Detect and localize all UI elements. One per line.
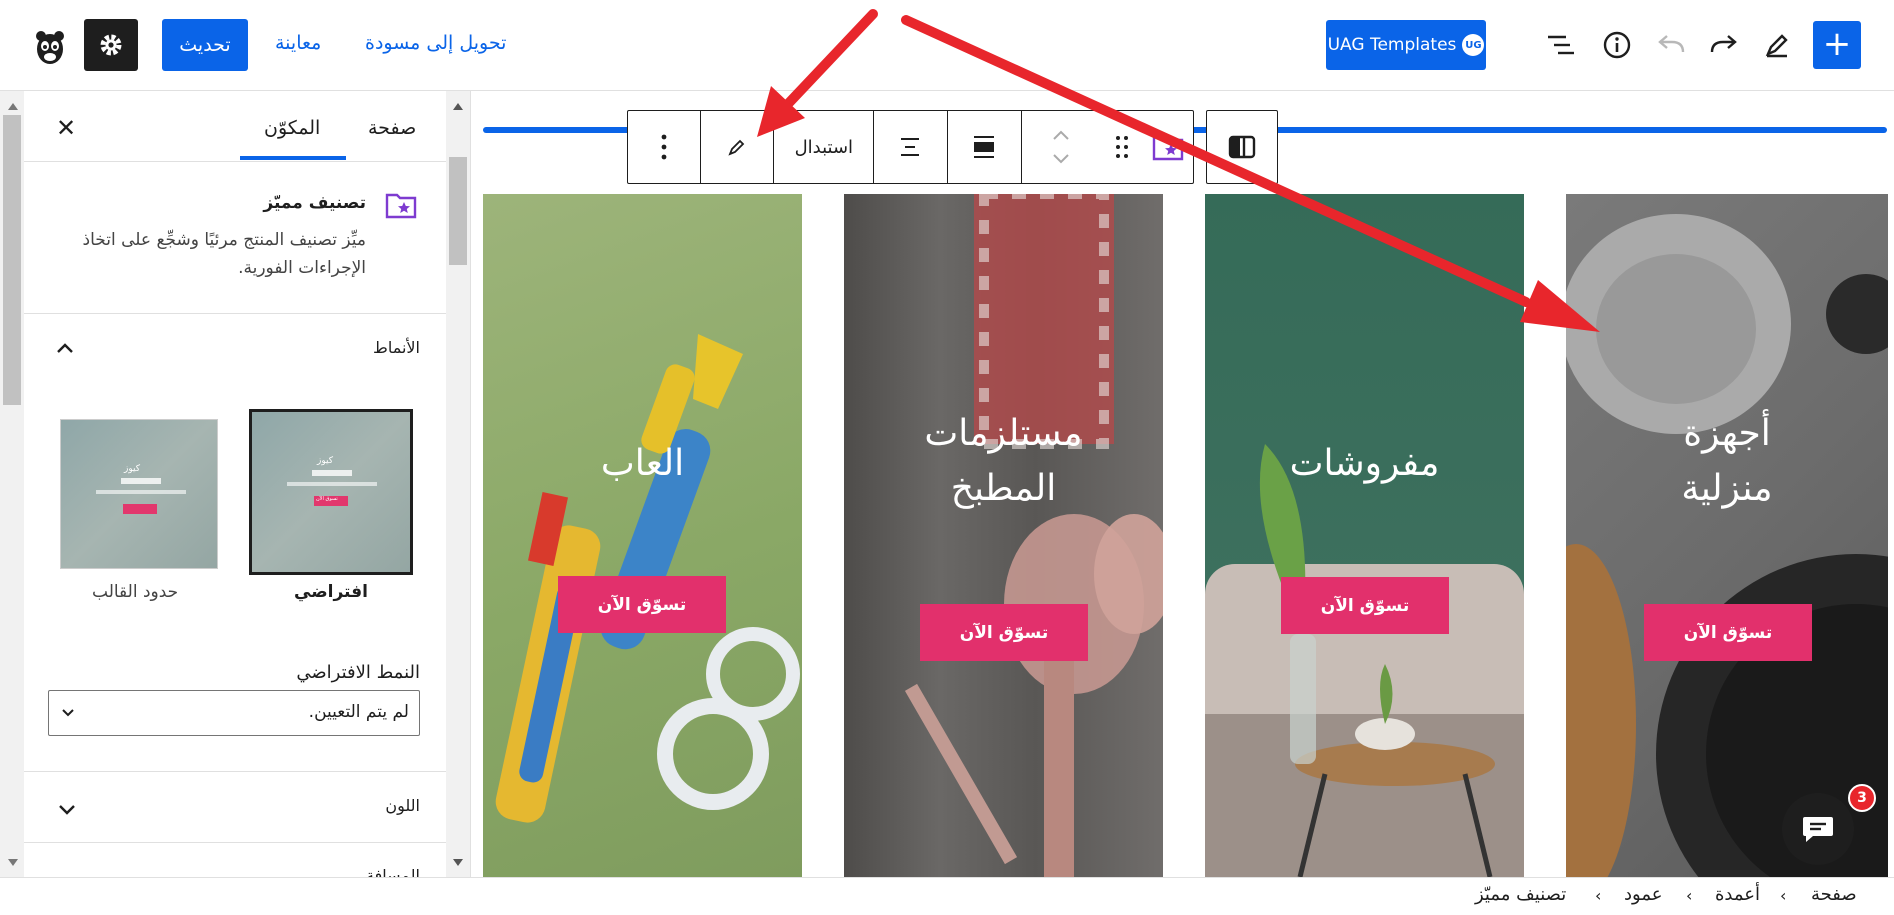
pencil-icon [728,139,745,156]
update-button[interactable]: تحديث [162,19,248,71]
card-background-image [495,334,800,823]
divider [24,771,446,772]
list-view-icon[interactable] [1541,25,1581,65]
uag-templates-label: UAG Templates [1327,35,1457,55]
tab-block[interactable]: المكوّن [264,117,320,139]
block-description-line2: الإجراءات الفورية. [238,258,366,278]
card-background-image [1205,444,1524,877]
category-card-kitchen[interactable]: مستلزمات المطبخ تسوّق الآن [844,194,1163,877]
card-title-line2: منزلية [1681,468,1773,509]
category-card-appliances[interactable]: أجهزة منزلية تسوّق الآن [1566,194,1888,877]
sidebar-scrollbar[interactable] [446,91,470,877]
switch-to-draft-link[interactable]: تحويل إلى مسودة [365,32,506,54]
breadcrumb-item[interactable]: أعمدة [1715,884,1760,905]
style-default-label: افتراضي [294,582,368,602]
block-description-line1: ميِّز تصنيف المنتج مرئيًا وشجِّع على اتخ… [82,230,366,250]
uag-templates-button[interactable]: UAG Templates UG [1326,20,1486,70]
preview-link[interactable]: معاينة [275,32,321,54]
uag-badge: UG [1462,34,1485,56]
card-title-line1: مستلزمات [924,413,1083,454]
add-block-button[interactable]: + [1813,21,1861,69]
shop-now-button[interactable]: تسوّق الآن [920,604,1088,661]
chat-bubble-icon [1803,817,1833,842]
chat-widget-button[interactable] [1782,793,1854,865]
color-panel-heading[interactable]: اللون [385,796,420,815]
card-title: مفروشات [1289,443,1440,484]
category-card-furniture[interactable]: مفروشات تسوّق الآن [1205,194,1524,877]
chevron-down-icon [62,709,74,717]
shop-now-button[interactable]: تسوّق الآن [558,576,726,633]
mock-brand-text: كيوز [317,456,333,466]
shop-now-button[interactable]: تسوّق الآن [1281,577,1449,634]
align-full-icon [974,136,995,158]
breadcrumb-chevron-icon: ‹ [1780,886,1787,905]
edit-button[interactable] [699,111,774,183]
featured-category-block-icon [385,191,417,223]
redo-icon[interactable] [1704,25,1744,65]
card-title-line1: أجهزة [1683,413,1771,454]
chevron-up-down-icon [1053,130,1070,164]
replace-button[interactable]: استبدال [773,111,873,183]
mock-brand-text: كيوز [124,464,140,474]
next-panel-heading[interactable]: المسافة [366,866,420,877]
move-up-down-button[interactable] [1020,111,1102,183]
block-align-button[interactable] [946,111,1021,183]
divider [24,161,446,162]
drag-handle-icon [1116,136,1129,158]
close-sidebar-button[interactable]: ✕ [56,114,76,142]
mock-button-text: تسوق الآن [316,496,338,502]
shop-now-button[interactable]: تسوّق الآن [1644,604,1812,661]
default-style-select[interactable]: لم يتم التعيين. [48,690,420,736]
breadcrumb-item[interactable]: عمود [1624,884,1662,905]
default-style-value: لم يتم التعيين. [308,702,409,722]
more-options-button[interactable] [628,111,700,183]
breadcrumb-chevron-icon: ‹ [1595,886,1602,905]
gear-icon [100,34,122,56]
chevron-up-icon[interactable] [56,339,74,358]
columns-icon [1228,135,1256,159]
style-option-default[interactable]: كيوز تسوق الآن [249,409,413,575]
block-toolbar: استبدال [627,110,1194,184]
card-title-line2: المطبخ [950,468,1057,509]
align-center-icon [901,138,920,156]
info-icon[interactable] [1597,25,1637,65]
plugin-logo-icon[interactable] [30,27,70,67]
style-option-borders[interactable]: كيوز [60,419,218,569]
style-borders-label: حدود القالب [92,582,179,602]
undo-icon[interactable] [1651,25,1691,65]
chevron-down-icon[interactable] [58,801,76,820]
settings-button[interactable] [84,19,138,71]
block-title: تصنيف مميّز [263,193,366,213]
status-bar [0,877,1894,915]
breadcrumb-item[interactable]: صفحة [1811,884,1857,905]
divider [24,313,446,314]
card-background-image [904,194,1163,877]
divider [24,842,446,843]
featured-category-icon [1152,135,1184,161]
left-scrollbar[interactable] [0,91,24,877]
tools-pencil-icon[interactable] [1757,25,1797,65]
breadcrumb-chevron-icon: ‹ [1686,886,1693,905]
styles-panel-heading[interactable]: الأنماط [373,338,420,357]
align-button[interactable] [873,111,947,183]
drag-handle[interactable] [1101,111,1143,183]
active-tab-indicator [240,156,346,160]
card-background-image [1566,214,1888,877]
default-style-label: النمط الافتراضي [296,662,420,683]
more-vertical-icon [661,134,667,160]
notification-badge: 3 [1848,784,1876,812]
category-card-toys[interactable]: العاب تسوّق الآن [483,194,802,877]
breadcrumb-item-current: تصنيف مميّز [1475,884,1567,905]
tab-page[interactable]: صفحة [368,117,416,139]
parent-block-button[interactable] [1206,110,1278,184]
card-title: العاب [600,443,685,484]
block-type-button[interactable] [1143,111,1193,183]
